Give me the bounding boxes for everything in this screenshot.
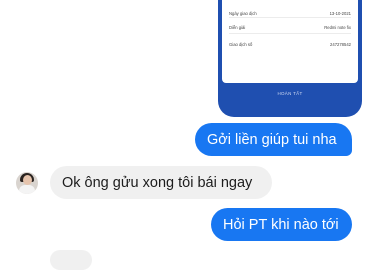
message-bubble-outgoing[interactable]: Hỏi PT khi nào tới [211, 208, 352, 241]
receipt-row-description: Diễn giải Redmi note fix [229, 20, 351, 34]
receipt-label: Diễn giải [229, 24, 246, 30]
receipt-card: Ngày giao dịch 13-10-2021 Diễn giải Redm… [222, 0, 358, 83]
receipt-label: Ngày giao dịch [229, 10, 257, 16]
avatar-body [19, 185, 35, 194]
shared-image-receipt[interactable]: Ngày giao dịch 13-10-2021 Diễn giải Redm… [218, 0, 362, 117]
contact-avatar[interactable] [16, 172, 38, 194]
receipt-value: 247278542 [330, 41, 351, 47]
message-bubble-outgoing[interactable]: Gởi liền giúp tui nha [195, 123, 352, 156]
message-bubble-incoming[interactable]: Ok ông gửu xong tôi bái ngay [50, 166, 272, 199]
message-bubble-incoming-partial[interactable] [50, 250, 92, 270]
divider [229, 33, 351, 34]
avatar-face [23, 175, 32, 185]
receipt-value: Redmi note fix [324, 24, 351, 30]
receipt-label: Giao dịch số [229, 41, 253, 47]
receipt-value: 13-10-2021 [329, 10, 351, 16]
divider [229, 17, 351, 18]
receipt-row-transaction-no: Giao dịch số 247278542 [229, 37, 351, 51]
receipt-done-button: HOÀN TẤT [277, 91, 303, 96]
